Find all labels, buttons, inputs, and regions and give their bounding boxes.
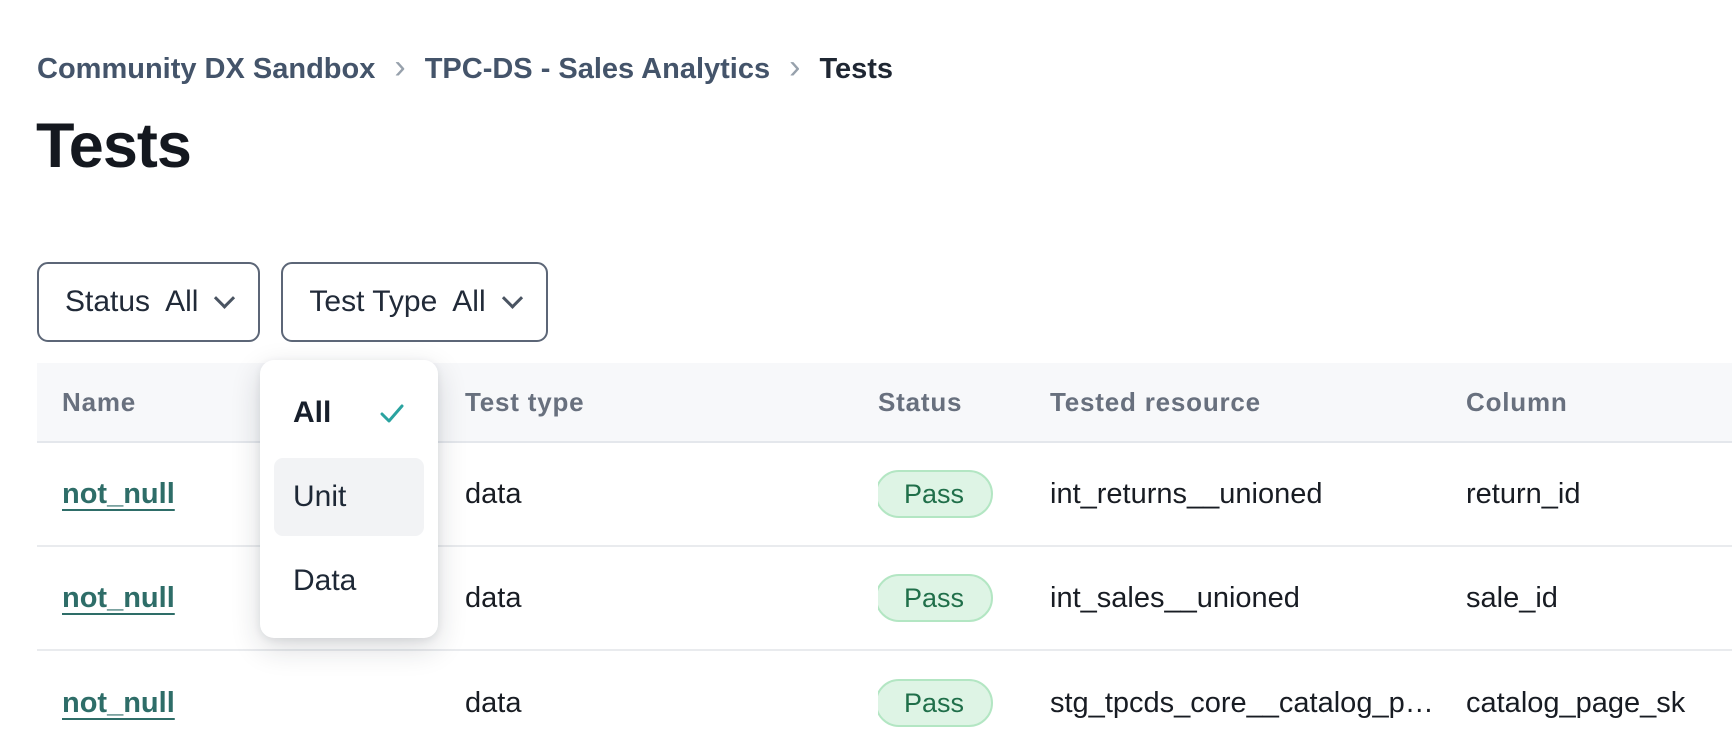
status-filter-value: All [165, 285, 198, 319]
status-filter-button[interactable]: Status All [37, 262, 260, 342]
page-title: Tests [36, 110, 191, 182]
tested-resource-cell: stg_tpcds_core__catalog_p… [1050, 687, 1466, 720]
column-header-tested-resource: Tested resource [1050, 387, 1466, 418]
check-icon [378, 399, 406, 427]
test-type-filter-button[interactable]: Test Type All [281, 262, 547, 342]
status-badge: Pass [878, 679, 993, 727]
breadcrumb-item-tests[interactable]: Tests [819, 53, 893, 86]
dropdown-option-label: All [293, 396, 331, 430]
chevron-right-icon: › [789, 50, 800, 88]
status-filter-label: Status [65, 285, 150, 319]
dropdown-option-label: Unit [293, 480, 346, 514]
column-cell: catalog_page_sk [1466, 687, 1732, 720]
table-row: not_null data Pass stg_tpcds_core__catal… [37, 651, 1732, 755]
status-badge: Pass [878, 574, 993, 622]
column-cell: return_id [1466, 478, 1732, 511]
test-type-filter-label: Test Type [309, 285, 437, 319]
test-type-cell: data [465, 687, 878, 720]
status-badge: Pass [878, 470, 993, 518]
breadcrumb-item-environment[interactable]: TPC-DS - Sales Analytics [425, 53, 770, 86]
dropdown-option-unit[interactable]: Unit [274, 458, 424, 536]
breadcrumb-item-project[interactable]: Community DX Sandbox [37, 53, 375, 86]
test-name-link[interactable]: not_null [62, 582, 175, 614]
test-type-cell: data [465, 478, 878, 511]
chevron-down-icon [214, 287, 235, 308]
column-header-column: Column [1466, 387, 1732, 418]
test-name-link[interactable]: not_null [62, 478, 175, 510]
test-type-cell: data [465, 582, 878, 615]
dropdown-option-data[interactable]: Data [274, 542, 424, 620]
column-header-test-type: Test type [465, 387, 878, 418]
dropdown-option-all[interactable]: All [274, 374, 424, 452]
test-name-link[interactable]: not_null [62, 687, 175, 719]
filter-bar: Status All Test Type All [37, 262, 548, 342]
test-type-dropdown-menu: All Unit Data [260, 360, 438, 638]
dropdown-option-label: Data [293, 564, 356, 598]
breadcrumb: Community DX Sandbox › TPC-DS - Sales An… [37, 50, 893, 88]
tested-resource-cell: int_returns__unioned [1050, 478, 1466, 511]
chevron-down-icon [502, 287, 523, 308]
tested-resource-cell: int_sales__unioned [1050, 582, 1466, 615]
chevron-right-icon: › [394, 50, 405, 88]
column-header-status: Status [878, 387, 1050, 418]
column-cell: sale_id [1466, 582, 1732, 615]
test-type-filter-value: All [452, 285, 485, 319]
